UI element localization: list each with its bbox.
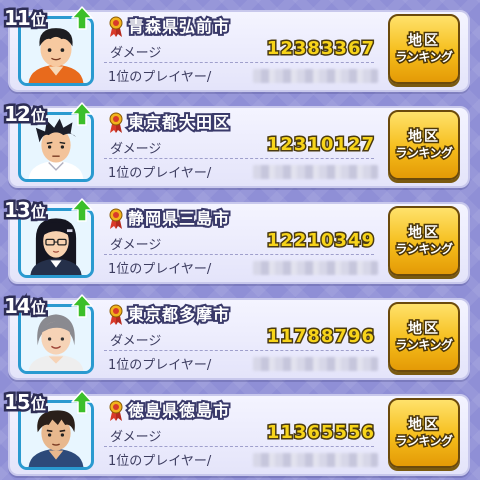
- medal-icon: [109, 304, 123, 325]
- rank-suffix: 位: [28, 105, 48, 128]
- rank-label: 14 位: [2, 288, 49, 321]
- rank-suffix: 位: [28, 393, 48, 416]
- damage-value: 12383367: [265, 37, 375, 61]
- ranking-row: 11 位 青森県弘前市 ダメージ 12383367 1位のプレイヤー/ 地区 ラン…: [0, 0, 480, 94]
- divider: [104, 158, 374, 159]
- damage-value: 11365556: [265, 421, 375, 445]
- rank-up-arrow-icon: [71, 390, 93, 414]
- area-ranking-button-line1: 地区: [407, 415, 440, 434]
- rank-up-arrow-icon: [71, 294, 93, 318]
- divider: [104, 350, 374, 351]
- damage-value: 11788796: [265, 325, 375, 349]
- damage-label: ダメージ: [110, 142, 162, 157]
- damage-label: ダメージ: [110, 46, 162, 61]
- location-name: 静岡県三島市: [126, 207, 231, 230]
- area-ranking-button-line2: ランキング: [394, 241, 455, 258]
- rank-suffix: 位: [28, 201, 48, 224]
- divider: [104, 446, 374, 447]
- medal-icon: [109, 400, 123, 421]
- damage-label: ダメージ: [110, 334, 162, 349]
- rank-number: 15: [2, 388, 34, 417]
- top-player-label: 1位のプレイヤー/: [108, 358, 212, 373]
- location-name: 青森県弘前市: [126, 15, 231, 38]
- area-ranking-button-line2: ランキング: [394, 433, 455, 450]
- rank-up-arrow-icon: [71, 6, 93, 30]
- top-player-label: 1位のプレイヤー/: [108, 166, 212, 181]
- damage-label: ダメージ: [110, 430, 162, 445]
- medal-icon: [109, 112, 123, 133]
- area-ranking-button-line1: 地区: [407, 223, 440, 242]
- area-ranking-button-line1: 地区: [407, 127, 440, 146]
- rank-up-arrow-icon: [71, 102, 93, 126]
- area-ranking-button[interactable]: 地区 ランキング: [388, 110, 460, 180]
- rank-number: 11: [2, 4, 34, 33]
- rank-suffix: 位: [28, 297, 48, 320]
- area-ranking-button[interactable]: 地区 ランキング: [388, 206, 460, 276]
- ranking-row: 12 位 東京都大田区 ダメージ 12310127 1位のプレイヤー/ 地区 ラン…: [0, 96, 480, 190]
- rank-label: 13 位: [2, 192, 49, 225]
- rank-number: 12: [2, 100, 34, 129]
- damage-value: 12210349: [265, 229, 375, 253]
- medal-icon: [109, 208, 123, 229]
- top-player-name-blurred: [253, 261, 378, 275]
- ranking-row: 15 位 徳島県徳島市 ダメージ 11365556 1位のプレイヤー/ 地区 ラン…: [0, 384, 480, 478]
- top-player-name-blurred: [253, 69, 378, 83]
- rank-label: 11 位: [2, 0, 49, 33]
- area-ranking-button-line2: ランキング: [394, 145, 455, 162]
- location-name: 徳島県徳島市: [126, 399, 231, 422]
- divider: [104, 254, 374, 255]
- divider: [104, 62, 374, 63]
- top-player-name-blurred: [253, 165, 378, 179]
- rank-suffix: 位: [28, 9, 48, 32]
- area-ranking-button[interactable]: 地区 ランキング: [388, 14, 460, 84]
- rank-label: 15 位: [2, 384, 49, 417]
- top-player-label: 1位のプレイヤー/: [108, 262, 212, 277]
- rank-up-arrow-icon: [71, 198, 93, 222]
- medal-icon: [109, 16, 123, 37]
- top-player-name-blurred: [253, 357, 378, 371]
- ranking-row: 13 位 静岡県三島市 ダメージ 12210349 1位のプレイヤー/ 地区 ラン…: [0, 192, 480, 286]
- area-ranking-button[interactable]: 地区 ランキング: [388, 398, 460, 468]
- area-ranking-button-line1: 地区: [407, 31, 440, 50]
- top-player-name-blurred: [253, 453, 378, 467]
- rank-label: 12 位: [2, 96, 49, 129]
- area-ranking-button-line2: ランキング: [394, 49, 455, 66]
- top-player-label: 1位のプレイヤー/: [108, 70, 212, 85]
- damage-value: 12310127: [265, 133, 375, 157]
- area-ranking-button-line2: ランキング: [394, 337, 455, 354]
- rank-number: 13: [2, 196, 34, 225]
- location-name: 東京都大田区: [126, 111, 231, 134]
- ranking-row: 14 位 東京都多摩市 ダメージ 11788796 1位のプレイヤー/ 地区 ラン…: [0, 288, 480, 382]
- area-ranking-button[interactable]: 地区 ランキング: [388, 302, 460, 372]
- top-player-label: 1位のプレイヤー/: [108, 454, 212, 469]
- location-name: 東京都多摩市: [126, 303, 231, 326]
- damage-label: ダメージ: [110, 238, 162, 253]
- rank-number: 14: [2, 292, 34, 321]
- area-ranking-button-line1: 地区: [407, 319, 440, 338]
